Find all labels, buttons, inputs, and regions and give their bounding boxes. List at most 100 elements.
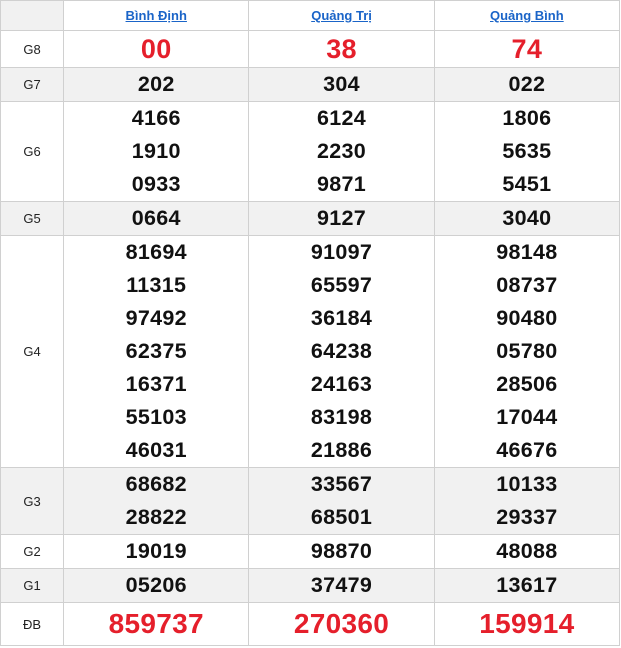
province-link[interactable]: Bình Định: [126, 8, 187, 23]
prize-cell: 270360: [248, 602, 435, 646]
results-body: G8 00 38 74 G7 202 304 022 G6 4166 1910 0933 6124 223…: [0, 30, 621, 646]
prize-cell: 304: [248, 67, 435, 102]
prize-number: 11315: [126, 273, 187, 297]
prize-cell: 6124 2230 9871: [248, 101, 435, 202]
prize-number: 00: [140, 34, 172, 64]
prize-label: G1: [0, 568, 65, 603]
prize-number: 13617: [496, 573, 558, 597]
prize-number: 38: [326, 34, 357, 64]
lottery-results-table: Bình Định Quảng Trị Quảng Bình G8 00 38 74 G…: [0, 0, 621, 646]
prize-number: 0933: [131, 172, 181, 196]
prize-cell: 68682 28822: [63, 467, 250, 535]
prize-cell: 37479: [248, 568, 435, 603]
prize-cell: 33567 68501: [248, 467, 435, 535]
prize-cell: 159914: [433, 602, 621, 646]
province-link[interactable]: Quảng Trị: [311, 8, 372, 23]
prize-row: G5 0664 9127 3040: [0, 201, 621, 236]
prize-cell: 05206: [63, 568, 250, 603]
province-header: Quảng Bình: [433, 0, 621, 31]
prize-number: 05206: [125, 573, 187, 597]
prize-number: 91097: [310, 240, 373, 264]
prize-cell: 19019: [63, 534, 250, 569]
prize-number: 6124: [317, 106, 367, 130]
prize-number: 0664: [131, 206, 181, 230]
prize-cell: 00: [63, 30, 250, 68]
prize-cell: 022: [433, 67, 621, 102]
prize-number: 5635: [502, 139, 552, 163]
prize-number: 90480: [496, 306, 558, 330]
prize-number: 68501: [310, 505, 373, 529]
prize-cell: 74: [433, 30, 621, 68]
province-header: Bình Định: [63, 0, 250, 31]
prize-number: 36184: [310, 306, 373, 330]
prize-row: G4 81694 11315 97492 62375 16371 55103 46031 910…: [0, 235, 621, 468]
prize-number: 37479: [310, 573, 373, 597]
prize-number: 270360: [293, 608, 390, 639]
prize-label: G5: [0, 201, 65, 236]
prize-cell: 98870: [248, 534, 435, 569]
prize-label: G3: [0, 467, 65, 535]
prize-number: 859737: [108, 608, 204, 639]
prize-cell: 1806 5635 5451: [433, 101, 621, 202]
header-row: Bình Định Quảng Trị Quảng Bình: [0, 0, 621, 31]
prize-row: G2 19019 98870 48088: [0, 534, 621, 569]
prize-cell: 3040: [433, 201, 621, 236]
prize-number: 98148: [496, 240, 558, 264]
prize-number: 21886: [310, 438, 373, 462]
prize-number: 1910: [131, 139, 181, 163]
prize-number: 68682: [125, 472, 187, 496]
prize-number: 9871: [317, 172, 367, 196]
prize-cell: 10133 29337: [433, 467, 621, 535]
province-link[interactable]: Quảng Bình: [490, 8, 564, 23]
prize-number: 1806: [502, 106, 552, 130]
prize-number: 304: [323, 72, 360, 96]
prize-number: 98870: [310, 539, 373, 563]
prize-number: 08737: [496, 273, 558, 297]
prize-number: 022: [508, 72, 546, 96]
prize-row: G8 00 38 74: [0, 30, 621, 68]
prize-number: 05780: [496, 339, 558, 363]
prize-row: G3 68682 28822 33567 68501 10133 29337: [0, 467, 621, 535]
prize-number: 17044: [496, 405, 558, 429]
prize-number: 46031: [125, 438, 187, 462]
prize-number: 5451: [502, 172, 552, 196]
prize-label: G7: [0, 67, 65, 102]
prize-number: 19019: [125, 539, 187, 563]
prize-number: 29337: [496, 505, 558, 529]
prize-number: 28822: [125, 505, 187, 529]
prize-number: 159914: [479, 608, 575, 639]
prize-number: 46676: [496, 438, 558, 462]
prize-cell: 859737: [63, 602, 250, 646]
prize-number: 83198: [310, 405, 373, 429]
prize-label: G8: [0, 30, 65, 68]
prize-cell: 202: [63, 67, 250, 102]
prize-cell: 13617: [433, 568, 621, 603]
prize-number: 4166: [131, 106, 181, 130]
prize-row: ĐB 859737 270360 159914: [0, 602, 621, 646]
prize-number: 62375: [125, 339, 187, 363]
prize-number: 28506: [496, 372, 558, 396]
prize-number: 55103: [125, 405, 187, 429]
prize-cell: 0664: [63, 201, 250, 236]
prize-label: ĐB: [0, 602, 65, 646]
prize-number: 33567: [310, 472, 373, 496]
prize-cell: 98148 08737 90480 05780 28506 17044 46676: [433, 235, 621, 468]
prize-number: 16371: [125, 372, 187, 396]
province-header: Quảng Trị: [248, 0, 435, 31]
prize-cell: 48088: [433, 534, 621, 569]
prize-number: 65597: [310, 273, 373, 297]
prize-number: 9127: [317, 206, 367, 230]
prize-row: G6 4166 1910 0933 6124 2230 9871 1806 5635 5451: [0, 101, 621, 202]
prize-number: 202: [137, 72, 175, 96]
prize-cell: 91097 65597 36184 64238 24163 83198 21886: [248, 235, 435, 468]
prize-number: 97492: [125, 306, 187, 330]
prize-row: G1 05206 37479 13617: [0, 568, 621, 603]
prize-label: G6: [0, 101, 65, 202]
prize-number: 10133: [496, 472, 558, 496]
prize-number: 2230: [317, 139, 367, 163]
prize-number: 24163: [310, 372, 373, 396]
prize-number: 81694: [125, 240, 187, 264]
prize-label: G4: [0, 235, 65, 468]
prize-number: 48088: [496, 539, 558, 563]
prize-number: 64238: [310, 339, 373, 363]
